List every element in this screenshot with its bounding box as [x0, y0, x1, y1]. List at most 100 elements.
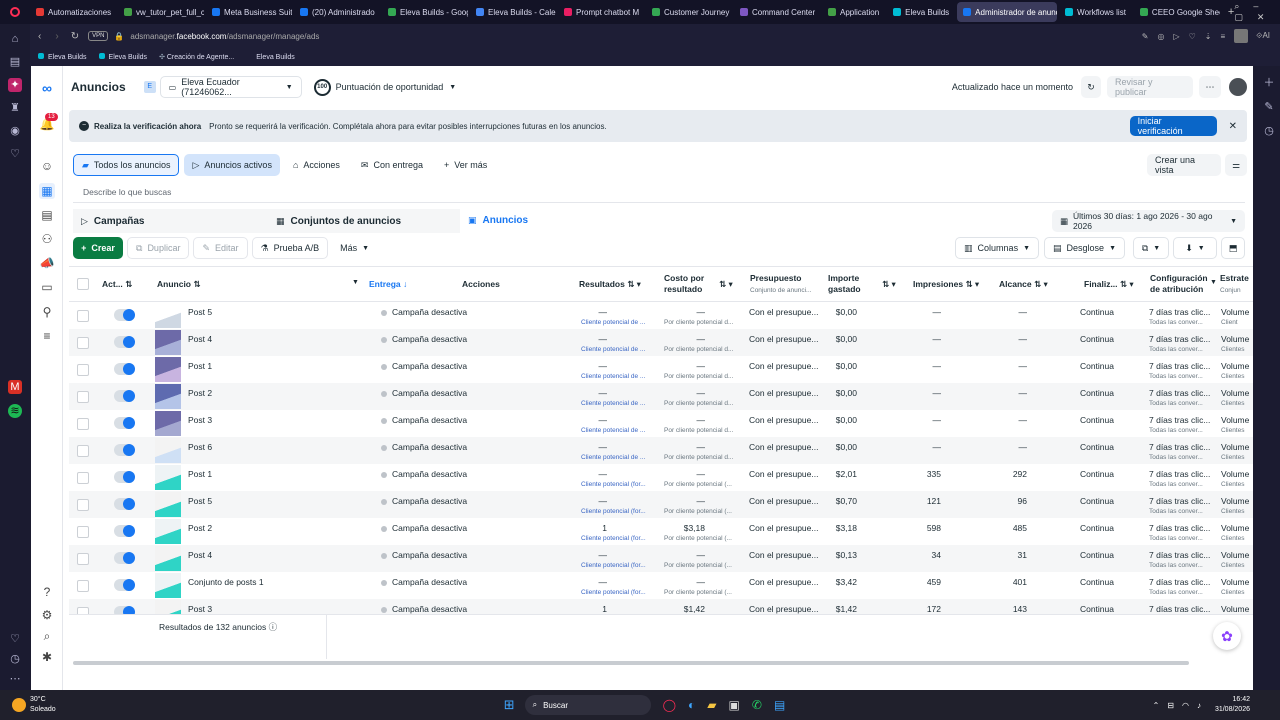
table-row[interactable]: Post 4 Campaña desactiva — Cliente potencia… [69, 329, 1253, 356]
row-checkbox[interactable] [77, 553, 89, 565]
ad-name[interactable]: Post 4 [188, 550, 358, 560]
bookmark-1[interactable]: Eleva Builds [38, 53, 87, 61]
col-header-attribution[interactable]: Configuración de atribución [1150, 273, 1208, 295]
table-row[interactable]: Post 1 Campaña desactiva — Cliente potencia… [69, 464, 1253, 491]
gmail-icon[interactable]: M [8, 380, 22, 394]
edit-button[interactable]: ✎ Editar [193, 237, 248, 259]
crypto-wallet-icon[interactable]: ♜ [8, 101, 22, 115]
browser-tab[interactable]: CEEO Google Shee [1134, 2, 1220, 22]
ad-name[interactable]: Post 5 [188, 307, 358, 317]
ad-name[interactable]: Post 4 [188, 334, 358, 344]
row-checkbox[interactable] [77, 391, 89, 403]
browser-tab[interactable]: Command Center [734, 2, 820, 22]
browser-tab[interactable]: (20) Administrado [294, 2, 380, 22]
col-header-reach[interactable]: Alcance ⇅ ▾ [999, 279, 1048, 290]
ads-reporting-icon[interactable]: ▤ [39, 207, 55, 223]
col-header-ad[interactable]: Anuncio ⇅ [157, 279, 200, 290]
ad-name[interactable]: Post 2 [188, 388, 358, 398]
row-checkbox[interactable] [77, 472, 89, 484]
browser-tab[interactable]: Eleva Builds - Cale [470, 2, 556, 22]
ad-name[interactable]: Post 5 [188, 496, 358, 506]
table-row[interactable]: Post 3 Campaña desactiva — Cliente potencia… [69, 410, 1253, 437]
tab-all-ads[interactable]: ▰ Todos los anuncios [73, 154, 180, 176]
user-avatar[interactable] [1229, 78, 1247, 96]
browser-tab[interactable]: Meta Business Suit [206, 2, 292, 22]
ad-name[interactable]: Post 1 [188, 361, 358, 371]
chevron-down-icon[interactable]: ▼ [1210, 279, 1217, 286]
row-checkbox[interactable] [77, 445, 89, 457]
row-checkbox[interactable] [77, 337, 89, 349]
ad-thumbnail[interactable] [155, 303, 181, 328]
app-taskbar-icon[interactable]: ▤ [774, 698, 785, 712]
col-header-status[interactable]: Act... ⇅ [102, 279, 132, 290]
clock[interactable]: 16:42 31/08/2026 [1215, 695, 1250, 715]
review-publish-button[interactable]: Revisar y publicar [1107, 76, 1193, 98]
chevron-down-icon[interactable]: ▼ [352, 279, 359, 286]
ad-status-toggle[interactable] [114, 363, 135, 375]
col-header-cost[interactable]: Costo por resultado [664, 273, 704, 295]
whatsapp-taskbar-icon[interactable]: ✆ [752, 698, 762, 712]
spent-sort-icon[interactable]: ⇅ ▾ [882, 279, 896, 290]
meta-logo-icon[interactable]: ∞ [39, 80, 55, 96]
ad-thumbnail[interactable] [155, 357, 181, 382]
ad-thumbnail[interactable] [155, 411, 181, 436]
more-dropdown[interactable]: Más ▼ [332, 237, 378, 259]
browser-tab[interactable]: Customer Journey [646, 2, 732, 22]
row-checkbox[interactable] [77, 364, 89, 376]
taskbar-search[interactable]: ⌕ Buscar [524, 695, 651, 715]
tab-campaigns[interactable]: ▷ Campañas [73, 209, 268, 233]
vpn-badge[interactable]: VPN [88, 31, 109, 41]
account-selector[interactable]: ▭ Eleva Ecuador (71246062... ▼ [159, 76, 302, 98]
col-header-ends[interactable]: Finaliz... ⇅ ▾ [1084, 279, 1134, 290]
opera-taskbar-icon[interactable]: ◯ [663, 698, 676, 712]
home-icon[interactable]: ⌂ [8, 32, 22, 46]
account-overview-icon[interactable]: ☺ [39, 158, 55, 174]
bug-report-icon[interactable]: ✱ [39, 649, 55, 665]
columns-dropdown[interactable]: ▥ Columnas ▼ [955, 237, 1040, 259]
view-settings-icon[interactable]: ⚌ [1225, 154, 1247, 176]
advertising-settings-icon[interactable]: 📣 [39, 255, 55, 271]
reading-list-icon[interactable]: ▤ [8, 55, 22, 69]
ab-test-button[interactable]: ⚗ Prueba A/B [251, 237, 329, 259]
ad-status-toggle[interactable] [114, 390, 135, 402]
ad-status-toggle[interactable] [114, 417, 135, 429]
browser-toolbar-icons[interactable]: ✎◎▷♡⇣≡ [1142, 32, 1234, 41]
table-row[interactable]: Post 4 Campaña desactiva — Cliente potencia… [69, 545, 1253, 572]
opportunity-score-icon[interactable]: 100 [313, 78, 331, 96]
col-header-delivery[interactable]: Entrega ↓ [369, 279, 407, 289]
col-header-impressions[interactable]: Impresiones ⇅ ▾ [913, 279, 979, 290]
ad-name[interactable]: Post 3 [188, 604, 358, 614]
ad-name[interactable]: Post 2 [188, 523, 358, 533]
url-field[interactable]: adsmanager.facebook.com/adsmanager/manag… [130, 32, 319, 41]
search-icon[interactable]: ⌕ [39, 628, 55, 644]
audiences-icon[interactable]: ⚇ [39, 231, 55, 247]
opportunity-score-label[interactable]: Puntuación de oportunidad [336, 82, 444, 92]
reload-icon[interactable]: ↻ [71, 31, 79, 42]
ai-assistant-button[interactable]: ✿ [1213, 622, 1241, 650]
tab-see-more[interactable]: + Ver más [436, 154, 495, 176]
start-verification-button[interactable]: Iniciar verificación [1129, 116, 1217, 136]
col-header-results[interactable]: Resultados ⇅ ▾ [579, 279, 641, 290]
close-icon[interactable]: ✕ [1229, 121, 1237, 132]
ad-name[interactable]: Post 1 [188, 469, 358, 479]
more-icon[interactable]: ⋯ [8, 672, 22, 686]
tab-adsets[interactable]: ▦ Conjuntos de anuncios [268, 209, 460, 233]
create-view-button[interactable]: Crear una vista [1147, 154, 1221, 176]
ai-button[interactable]: ⟐AI [1256, 31, 1270, 41]
ad-status-toggle[interactable] [114, 471, 135, 483]
tab-ads[interactable]: ▣ Anuncios [460, 209, 650, 233]
col-header-amount-spent[interactable]: Importe gastado [828, 273, 861, 295]
export-dropdown[interactable]: ⬇ ▼ [1173, 237, 1217, 259]
row-checkbox[interactable] [77, 310, 89, 322]
weather-widget[interactable]: 30°C Soleado [30, 695, 56, 715]
ad-status-toggle[interactable] [114, 606, 135, 614]
bookmark-3[interactable]: ✣ Creación de Agente... [159, 53, 234, 61]
cost-sort-icon[interactable]: ⇅ ▾ [719, 279, 733, 290]
create-button[interactable]: + Crear [73, 237, 123, 259]
aria-icon[interactable]: ✦ [8, 78, 22, 92]
edge-taskbar-icon[interactable]: ◐ [688, 698, 695, 712]
sidebar-add-icon[interactable]: ＋ [1262, 76, 1276, 90]
ad-name[interactable]: Post 3 [188, 415, 358, 425]
ad-status-toggle[interactable] [114, 552, 135, 564]
browser-tab[interactable]: Eleva Builds - Goog [382, 2, 468, 22]
